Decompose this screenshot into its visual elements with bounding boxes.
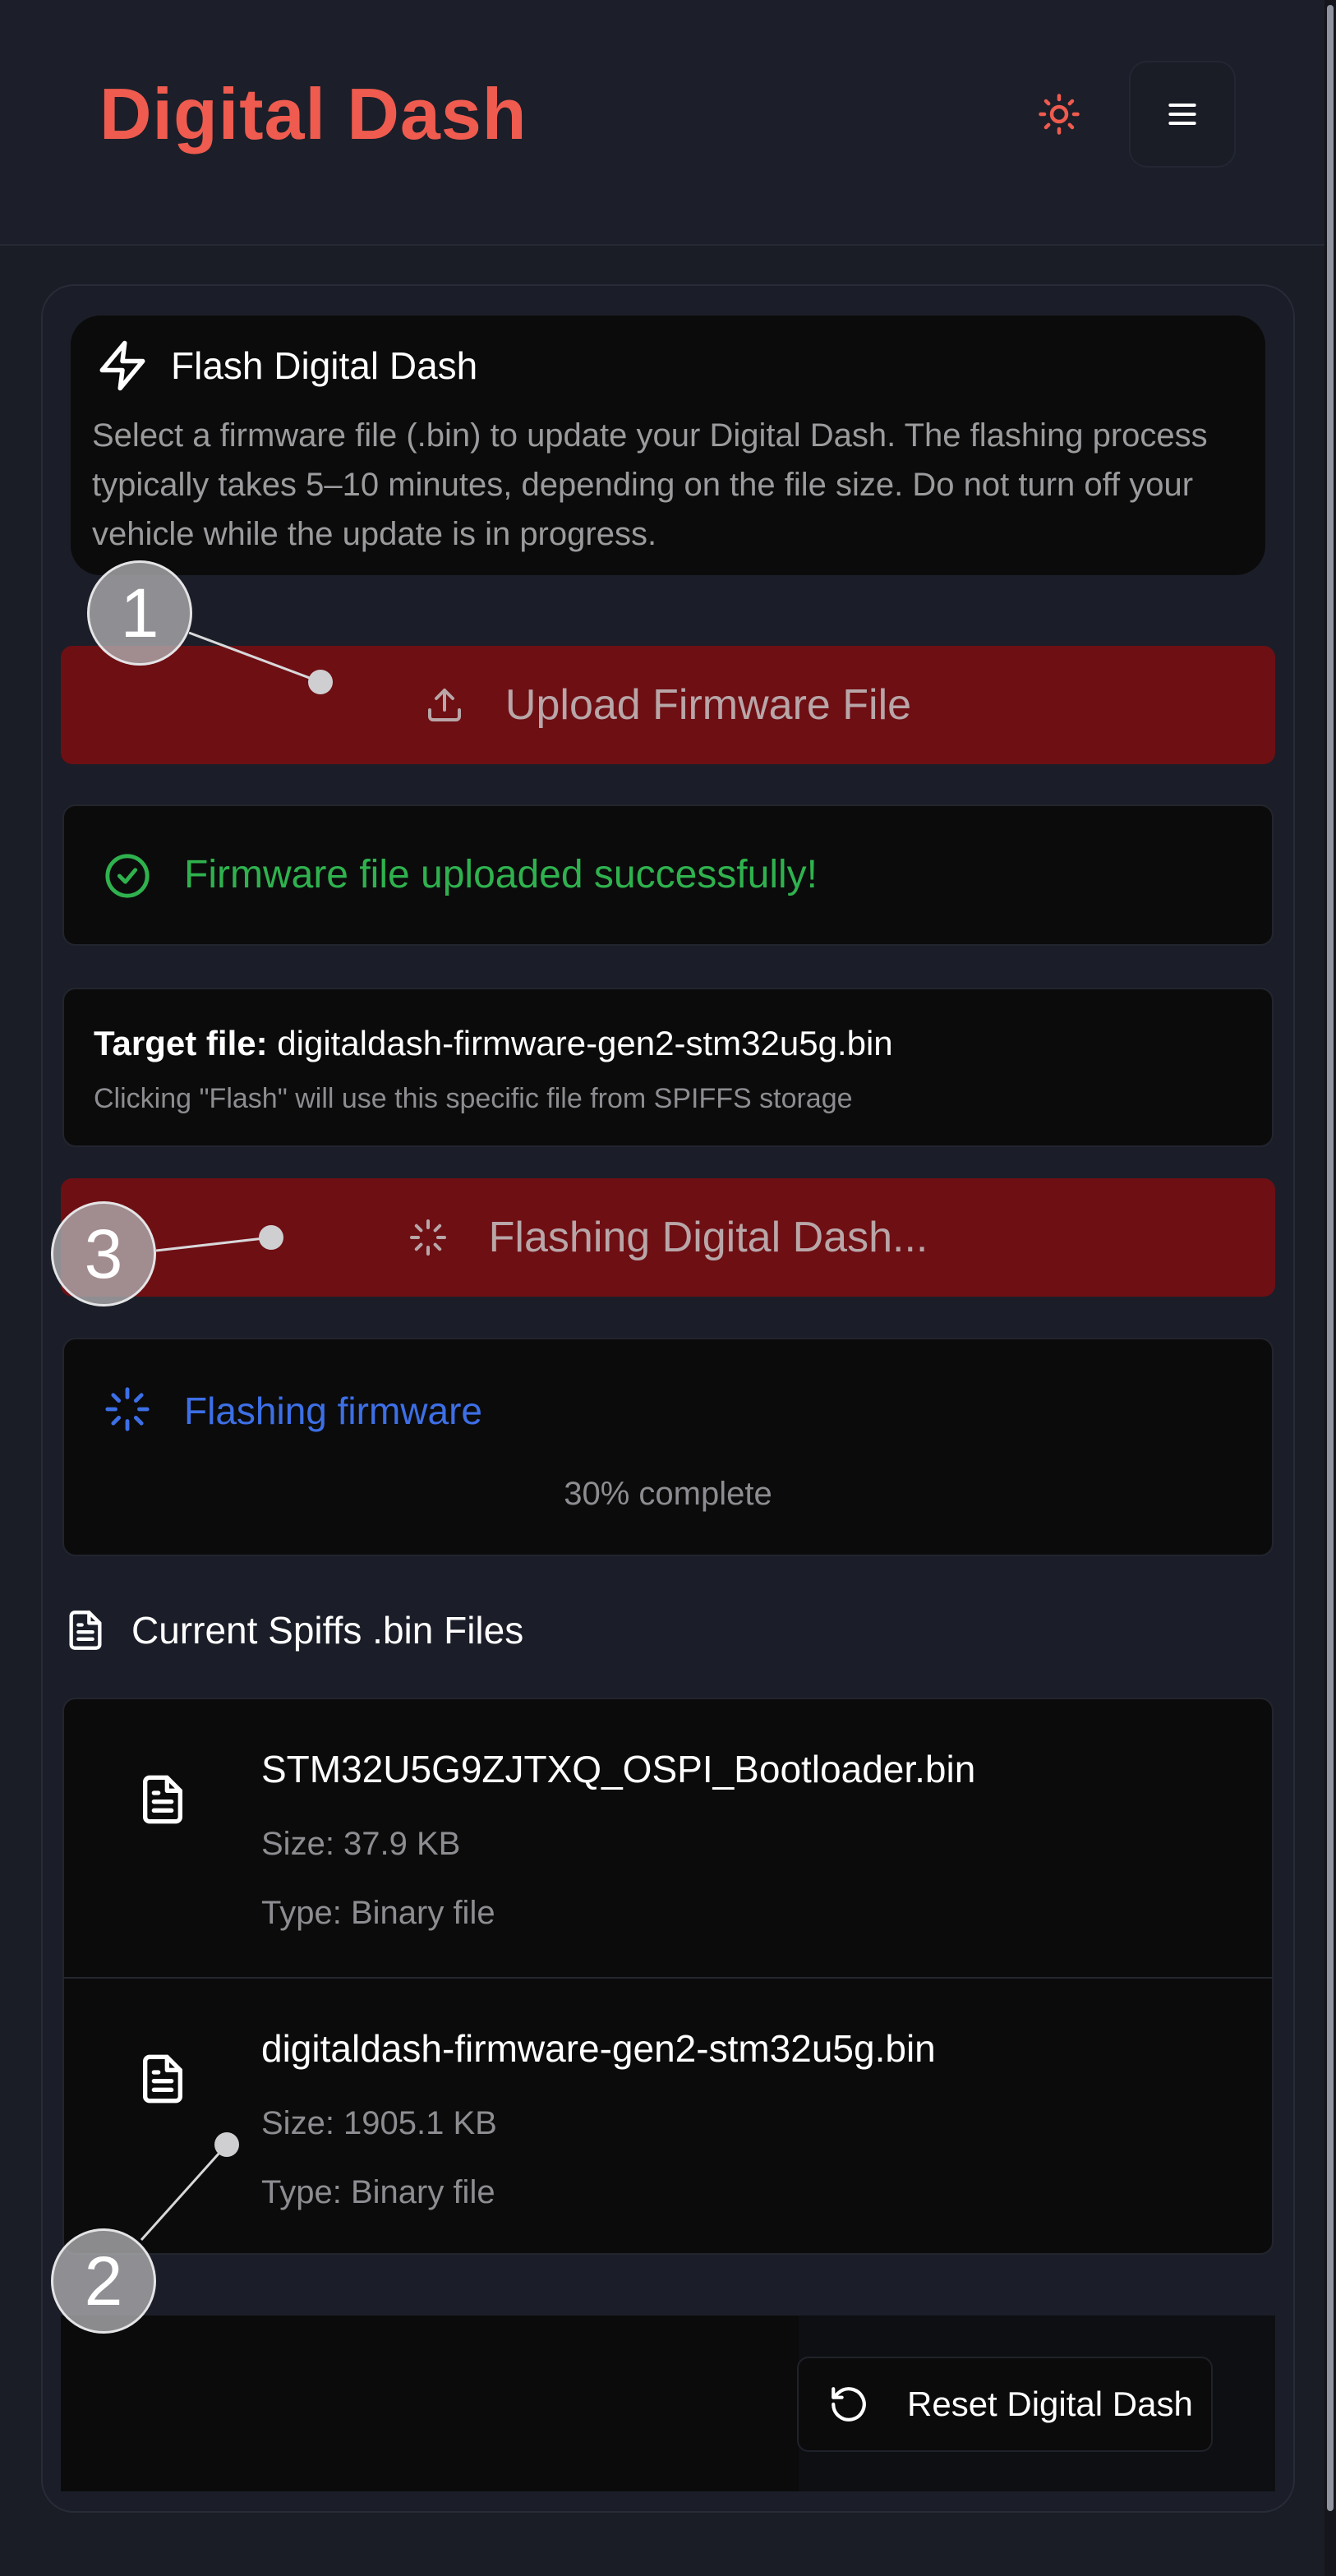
annotation-marker-3: 3 [51, 1201, 156, 1306]
file-size: Size: 37.9 KB [261, 1826, 461, 1862]
sun-icon[interactable] [1037, 92, 1081, 136]
flash-button[interactable]: Flashing Digital Dash... [61, 1178, 1275, 1297]
app-title: Digital Dash [99, 73, 527, 154]
files-section-header: Current Spiffs .bin Files [64, 1604, 523, 1657]
rotate-ccw-icon [832, 2387, 866, 2422]
file-item[interactable]: digitaldash-firmware-gen2-stm32u5g.bin S… [64, 1977, 1272, 2253]
intro-description: Select a firmware file (.bin) to update … [92, 417, 1208, 552]
upload-icon [427, 689, 461, 721]
upload-label: Upload Firmware File [504, 681, 912, 729]
reset-digital-dash-button[interactable]: Reset Digital Dash [797, 2357, 1213, 2452]
annotation-marker-2: 2 [51, 2228, 156, 2334]
file-type: Type: Binary file [261, 1895, 495, 1931]
file-name: digitaldash-firmware-gen2-stm32u5g.bin [261, 2027, 936, 2070]
upload-success-alert: Firmware file uploaded successfully! [62, 804, 1274, 946]
intro-box: Flash Digital Dash Select a firmware fil… [71, 316, 1265, 575]
upload-firmware-button[interactable]: Upload Firmware File [61, 646, 1275, 764]
target-note: Clicking "Flash" will use this specific … [94, 1083, 853, 1114]
file-text-icon [143, 2054, 182, 2104]
menu-button[interactable] [1129, 61, 1236, 168]
files-section-title: Current Spiffs .bin Files [131, 1609, 524, 1652]
lightning-icon [99, 340, 145, 391]
reset-label: Reset Digital Dash [907, 2385, 1193, 2423]
success-message: Firmware file uploaded successfully! [184, 853, 818, 896]
app-header: Digital Dash [0, 0, 1336, 246]
file-item[interactable]: STM32U5G9ZJTXQ_OSPI_Bootloader.bin Size:… [64, 1699, 1272, 1977]
flash-progress-panel: Flashing firmware 30% complete [62, 1338, 1274, 1556]
spiffs-file-list: STM32U5G9ZJTXQ_OSPI_Bootloader.bin Size:… [62, 1698, 1274, 2255]
scrollbar-thumb[interactable] [1327, 5, 1334, 2511]
check-circle-icon [105, 854, 150, 898]
file-size: Size: 1905.1 KB [261, 2105, 497, 2141]
loader-icon [409, 1219, 446, 1256]
annotation-marker-1: 1 [87, 560, 192, 666]
file-text-icon [143, 1775, 182, 1824]
file-name: STM32U5G9ZJTXQ_OSPI_Bootloader.bin [261, 1748, 976, 1790]
progress-label: Flashing firmware [184, 1389, 482, 1432]
loader-icon [105, 1387, 150, 1431]
target-file-box: Target file: digitaldash-firmware-gen2-s… [62, 988, 1274, 1147]
intro-title: Flash Digital Dash [171, 344, 478, 387]
page-scrollbar[interactable] [1324, 0, 1336, 2576]
target-label: Target file: [94, 1024, 268, 1062]
file-text-icon [69, 1611, 102, 1650]
file-type: Type: Binary file [261, 2174, 495, 2210]
target-filename: digitaldash-firmware-gen2-stm32u5g.bin [277, 1024, 893, 1062]
hamburger-menu-icon [1168, 103, 1196, 126]
flash-button-label: Flashing Digital Dash... [488, 1214, 928, 1261]
progress-percent: 30% complete [564, 1476, 772, 1512]
